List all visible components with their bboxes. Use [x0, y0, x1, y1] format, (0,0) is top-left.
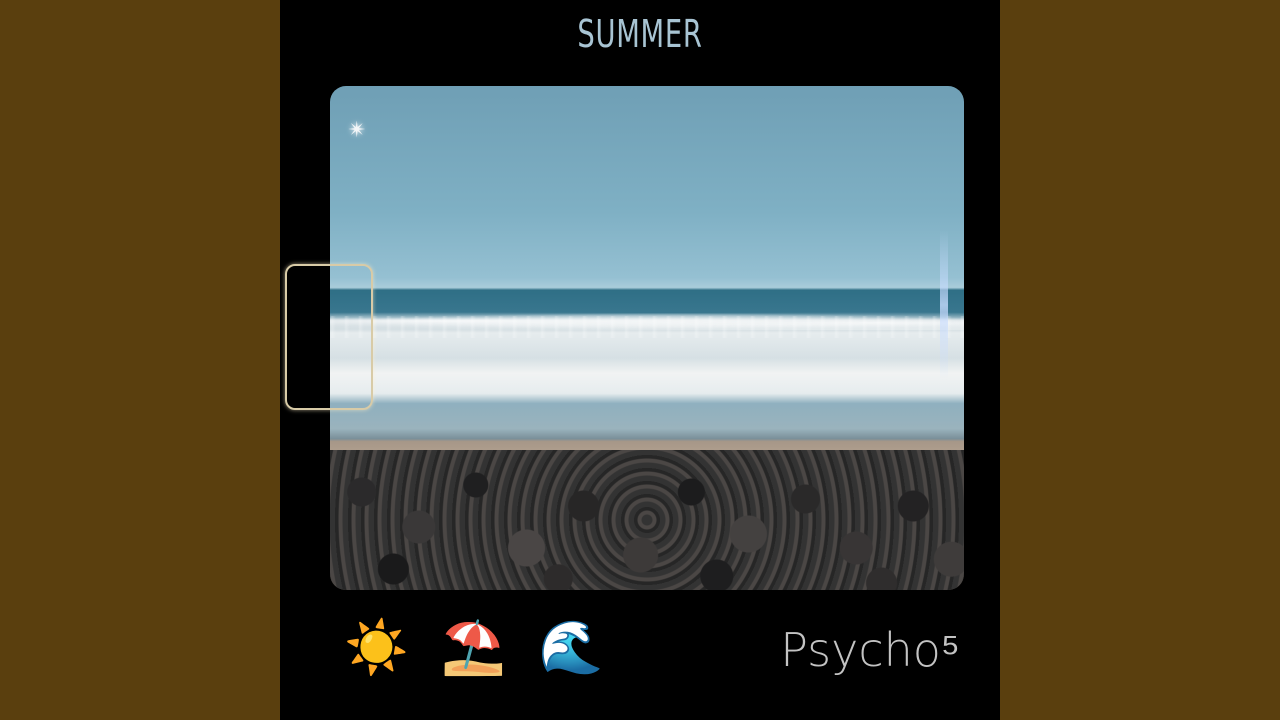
emoji-row: ☀️ ⛱️ 🌊	[344, 616, 615, 680]
album-cover: SUMMER ✴ ☀️ ⛱️ 🌊 Psycho⁵	[280, 0, 1000, 720]
beach-photo: ✴	[330, 86, 964, 590]
album-title: SUMMER	[577, 12, 703, 56]
viewfinder-bracket	[285, 264, 373, 410]
sea-sparkle	[330, 316, 964, 338]
wave-icon: 🌊	[538, 618, 608, 678]
sun-flare-icon: ✴	[347, 118, 367, 143]
sun-icon: ☀️	[344, 618, 413, 678]
beach-umbrella-icon: ⛱️	[441, 618, 511, 678]
artist-name: Psycho⁵	[780, 623, 960, 677]
pebble-beach	[330, 450, 964, 590]
light-leak	[940, 230, 948, 380]
